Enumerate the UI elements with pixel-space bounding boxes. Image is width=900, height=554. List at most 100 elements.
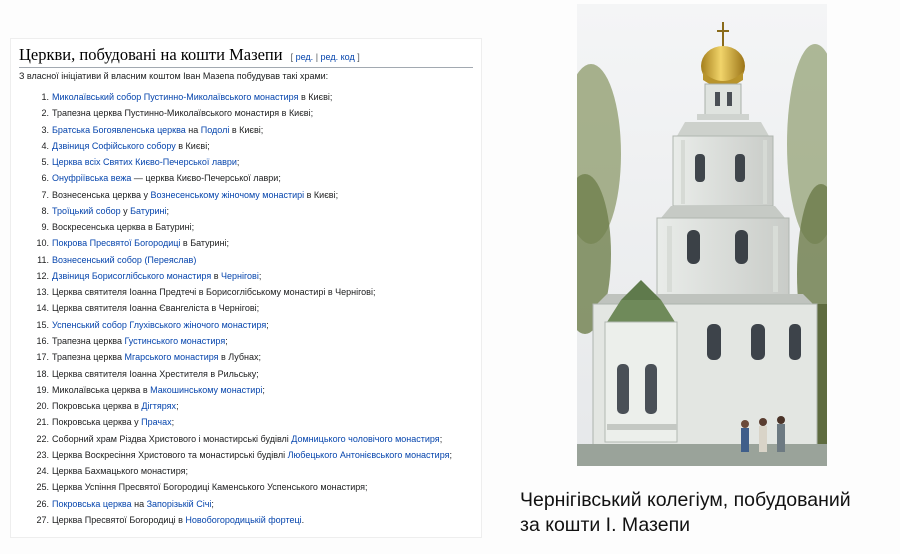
- list-item-text: Трапезна церква: [52, 335, 125, 346]
- article-link[interactable]: Покрова Пресвятої Богородиці: [52, 238, 180, 248]
- list-item-text: ;: [236, 157, 240, 168]
- article-link[interactable]: Запорізькій Січі: [147, 499, 212, 509]
- church-list-item: 11. Вознесенський собор (Переяслав): [19, 252, 452, 268]
- article-link[interactable]: Прачах: [141, 417, 171, 427]
- article-link[interactable]: Церква всіх Святих Києво-Печерської лавр…: [52, 157, 237, 167]
- list-item-text: .: [301, 514, 305, 525]
- article-link[interactable]: Любецького Антонієвського монастиря: [288, 450, 450, 460]
- article-link[interactable]: Макошинському монастирі: [150, 385, 262, 395]
- list-item-number: 13.: [36, 287, 49, 298]
- list-item-number: 19.: [36, 384, 49, 395]
- church-list-item: 24. Церква Бахмацького монастиря;: [19, 463, 452, 479]
- church-list-item: 9. Воскресенська церква в Батурині;: [19, 219, 452, 235]
- list-item-text: в Києві;: [175, 140, 210, 151]
- photo-caption: Чернігівський колегіум, побудований за к…: [520, 488, 890, 538]
- church-list-item: 16. Трапезна церква Густинського монастир…: [19, 333, 452, 349]
- list-item-text: Трапезна церква: [52, 352, 125, 363]
- edit-link[interactable]: ред.: [296, 52, 314, 62]
- list-item-number: 6.: [41, 173, 49, 184]
- church-list-item: 12. Дзвіниця Борисоглібського монастиря в…: [19, 268, 452, 284]
- list-item-text: в Лубнах;: [218, 352, 262, 363]
- second-tier: [672, 122, 774, 207]
- article-link[interactable]: Вознесенський собор (Переяслав): [52, 255, 196, 265]
- church-list-item: 15. Успенський собор Глухівського жіночог…: [19, 317, 452, 333]
- article-link[interactable]: Онуфріївська вежа: [52, 173, 131, 183]
- church-list-item: 8. Троїцький собор у Батурині;: [19, 203, 452, 219]
- article-link[interactable]: Вознесенському жіночому монастирі: [151, 190, 305, 200]
- church-list-item: 19. Миколаївська церква в Макошинському м…: [19, 382, 452, 398]
- church-list-item: 26. Покровська церква на Запорізькій Січі…: [19, 496, 452, 512]
- article-link[interactable]: Подолі: [201, 125, 230, 135]
- church-list: 1. Миколаївський собор Пустинно-Миколаївс…: [19, 89, 452, 528]
- list-item-text: на: [185, 124, 201, 135]
- list-item-text: у: [120, 205, 131, 216]
- article-link[interactable]: Чернігові: [221, 271, 259, 281]
- list-item-number: 18.: [36, 368, 49, 379]
- list-item-number: 12.: [36, 270, 49, 281]
- list-item-text: Церква Успіння Пресвятої Богородиці Каме…: [52, 482, 368, 493]
- list-item-text: ;: [176, 401, 179, 412]
- article-link[interactable]: Братська Богоявленська церква: [52, 125, 186, 135]
- article-link[interactable]: Троїцький собор: [52, 206, 121, 216]
- list-item-number: 27.: [36, 514, 49, 525]
- list-item-text: ;: [166, 205, 169, 216]
- list-item-text: Трапезна церква Пустинно-Миколаївського …: [52, 108, 314, 119]
- list-item-text: в: [211, 270, 221, 281]
- list-item-text: ;: [439, 433, 443, 444]
- church-list-item: 1. Миколаївський собор Пустинно-Миколаївс…: [19, 89, 452, 105]
- section-heading-row: Церкви, побудовані на кошти Мазепи [ ред…: [19, 45, 473, 68]
- edit-code-link[interactable]: ред. код: [321, 52, 355, 62]
- list-item-text: Вознесенська церква у: [52, 189, 151, 200]
- church-list-item: 18. Церква святителя Іоанна Хрестителя в …: [19, 366, 452, 382]
- list-item-number: 26.: [36, 498, 49, 509]
- church-list-item: 2. Трапезна церква Пустинно-Миколаївськог…: [19, 105, 452, 121]
- article-link[interactable]: Дзвіниця Борисоглібського монастиря: [52, 271, 211, 281]
- list-item-number: 3.: [41, 124, 49, 135]
- list-item-text: Покровська церква в: [52, 401, 142, 412]
- list-item-number: 15.: [36, 319, 49, 330]
- list-item-text: — церква Києво-Печерської лаври;: [131, 173, 281, 184]
- list-item-text: на: [131, 498, 147, 509]
- list-item-text: в Києві;: [304, 189, 339, 200]
- church-list-item: 5. Церква всіх Святих Києво-Печерської ла…: [19, 154, 452, 170]
- article-link[interactable]: Новобогородицькій фортеці: [185, 515, 301, 525]
- chernihiv-collegium-image: [577, 4, 827, 466]
- church-list-item: 22. Соборний храм Різдва Христового і мон…: [19, 431, 452, 447]
- list-item-number: 8.: [41, 205, 49, 216]
- article-link[interactable]: Миколаївський собор Пустинно-Миколаївськ…: [52, 92, 298, 102]
- church-list-item: 17. Трапезна церква Мгарського монастиря …: [19, 349, 452, 365]
- list-item-number: 21.: [36, 417, 49, 428]
- list-item-text: Воскресенська церква в Батурині;: [52, 222, 195, 233]
- list-item-number: 16.: [36, 335, 49, 346]
- list-item-text: в Києві;: [229, 124, 264, 135]
- article-link[interactable]: Дзвіниця Софійського собору: [52, 141, 176, 151]
- list-item-text: ;: [171, 417, 175, 428]
- church-list-item: 13. Церква святителя Іоанна Предтечі в Бо…: [19, 284, 452, 300]
- list-item-number: 22.: [36, 433, 49, 444]
- list-item-text: Церква Бахмацького монастиря;: [52, 466, 188, 477]
- church-list-item: 10. Покрова Пресвятої Богородиці в Батури…: [19, 235, 452, 251]
- third-tier: [656, 206, 790, 297]
- list-item-text: Церква святителя Іоанна Євангеліста в Че…: [52, 303, 260, 314]
- list-item-number: 11.: [37, 254, 49, 265]
- wiki-article-panel: Церкви, побудовані на кошти Мазепи [ ред…: [10, 38, 482, 538]
- list-item-text: Церква Воскресіння Христового та монасти…: [52, 449, 288, 460]
- college-photo: [577, 4, 827, 466]
- article-link[interactable]: Мгарського монастиря: [124, 352, 218, 362]
- list-item-number: 7.: [41, 189, 49, 200]
- list-item-number: 17.: [36, 352, 49, 363]
- article-link[interactable]: Покровська церква: [52, 499, 132, 509]
- article-link[interactable]: Густинського монастиря: [124, 336, 225, 346]
- article-link[interactable]: Дігтярях: [141, 401, 176, 411]
- article-link[interactable]: Домницького чоловічого монастиря: [291, 434, 439, 444]
- church-list-item: 3. Братська Богоявленська церква на Подол…: [19, 122, 452, 138]
- article-link[interactable]: Успенський собор Глухівського жіночого м…: [52, 320, 266, 330]
- church-list-item: 25. Церква Успіння Пресвятої Богородиці К…: [19, 479, 452, 495]
- edit-links: [ ред. | ред. код ]: [291, 52, 360, 62]
- list-item-text: Церква святителя Іоанна Предтечі в Борис…: [52, 287, 376, 298]
- list-item-number: 1.: [41, 92, 49, 102]
- list-item-text: ;: [211, 498, 214, 509]
- edit-bracket-close: ]: [354, 52, 360, 62]
- list-item-number: 4.: [41, 140, 49, 151]
- article-link[interactable]: Батурині: [130, 206, 166, 216]
